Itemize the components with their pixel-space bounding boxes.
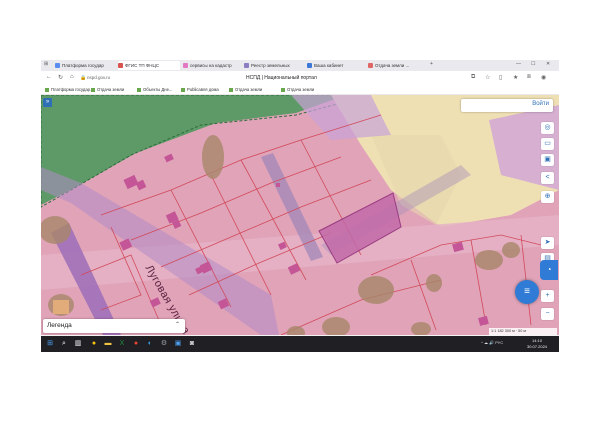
new-tab-icon[interactable]: + bbox=[430, 61, 433, 67]
login-button[interactable]: Войти bbox=[461, 99, 553, 112]
back-icon[interactable]: ← bbox=[46, 74, 52, 80]
cadastral-map[interactable]: Луговая улица » Войти ◎ ▭ ▣ < ⊕ ➤ ▤ + − … bbox=[41, 95, 559, 335]
bookmark-item[interactable]: Отдача земли bbox=[281, 86, 314, 93]
url-field[interactable]: nspd.gov.ru bbox=[87, 75, 110, 80]
search-icon[interactable]: ⌕ bbox=[59, 339, 69, 349]
desktop-screen: ⊞ Платформа государ ФГИС ТП ФНЦС сервисы… bbox=[41, 60, 559, 352]
camera-icon[interactable]: ◙ bbox=[187, 339, 197, 349]
split-screen-icon[interactable]: ▯ bbox=[499, 74, 502, 81]
bookmark-icon bbox=[229, 88, 233, 92]
share-icon[interactable]: < bbox=[541, 172, 554, 184]
chevron-up-down-icon: ⌃ bbox=[174, 322, 180, 328]
settings-icon[interactable]: ⚙ bbox=[159, 339, 169, 349]
bookmark-icon bbox=[181, 88, 185, 92]
locate-icon[interactable]: ➤ bbox=[541, 237, 554, 249]
chat-icon: ◔ bbox=[546, 265, 552, 274]
tab-favicon-icon bbox=[183, 63, 188, 68]
page-title: НСПД | Национальный портал bbox=[246, 75, 317, 81]
windows-taskbar: ⊞ ⌕ ▥ ● ▬ X ● ◐ ⚙ ▣ ◙ ^ ☁ 🔊 РУС 14:10 30… bbox=[41, 336, 559, 352]
double-chevron-right-icon[interactable]: » bbox=[43, 98, 52, 107]
map-icon[interactable]: ▭ bbox=[541, 138, 554, 150]
tab-favicon-icon bbox=[368, 63, 373, 68]
photos-icon[interactable]: ▣ bbox=[173, 339, 183, 349]
star-icon[interactable]: ☆ bbox=[485, 74, 490, 81]
tab-2[interactable]: ФГИС ТП ФНЦС bbox=[118, 61, 180, 70]
bookmark-icon bbox=[91, 88, 95, 92]
task-view-icon[interactable]: ▥ bbox=[73, 339, 83, 349]
tab-favicon-icon bbox=[118, 63, 123, 68]
close-button[interactable]: ✕ bbox=[546, 61, 550, 67]
clock[interactable]: 14:10 30.07.2024 bbox=[527, 338, 547, 350]
bookmark-item[interactable]: Объекты Дне... bbox=[137, 86, 172, 93]
map-canvas[interactable] bbox=[41, 95, 559, 335]
tab-3[interactable]: сервисы на кадастр bbox=[183, 61, 241, 70]
chat-button[interactable]: ≡ bbox=[515, 280, 539, 304]
scale-bar: 1:1 182 300 м · 50 м bbox=[489, 328, 557, 335]
legend-dropdown[interactable]: Легенда ⌃ bbox=[43, 319, 185, 333]
maximize-button[interactable]: ☐ bbox=[531, 61, 535, 67]
windows-icon[interactable]: ⊞ bbox=[45, 339, 55, 349]
layers-icon[interactable]: ◎ bbox=[541, 122, 554, 134]
legend-label: Легенда bbox=[47, 322, 72, 329]
chrome-icon[interactable]: ● bbox=[89, 339, 99, 349]
bookmark-item[interactable]: Отдача земли bbox=[229, 86, 262, 93]
favorites-icon[interactable]: ★ bbox=[513, 74, 518, 81]
tab-1[interactable]: Платформа государ bbox=[55, 61, 115, 70]
profile-icon[interactable]: ◉ bbox=[541, 74, 546, 81]
collections-icon[interactable]: ⧈ bbox=[527, 74, 531, 81]
bookmark-item[interactable]: Платформа государ... bbox=[45, 86, 94, 93]
globe-icon[interactable]: ⊕ bbox=[541, 191, 554, 203]
excel-icon[interactable]: X bbox=[117, 339, 127, 349]
tab-favicon-icon bbox=[55, 63, 60, 68]
bookmarks-bar: Платформа государ... Отдача земли Объект… bbox=[41, 85, 559, 95]
edge-icon[interactable]: ◐ bbox=[145, 339, 155, 349]
tab-4[interactable]: Реестр земельных bbox=[244, 61, 304, 70]
tab-favicon-icon bbox=[244, 63, 249, 68]
bookmark-icon bbox=[137, 88, 141, 92]
zoom-in-icon[interactable]: + bbox=[541, 290, 554, 302]
address-bar-row: ← ↻ ⌂ 🔒 nspd.gov.ru НСПД | Национальный … bbox=[41, 71, 559, 86]
bookmark-icon bbox=[45, 88, 49, 92]
tab-6[interactable]: Отдача земли ... bbox=[368, 61, 426, 70]
minimize-button[interactable]: — bbox=[516, 61, 521, 67]
bookmark-item[interactable]: Publicавля дома bbox=[181, 86, 219, 93]
side-panel-button[interactable]: ◔ bbox=[540, 260, 558, 280]
lock-icon: 🔒 bbox=[80, 75, 87, 81]
login-label: Войти bbox=[532, 101, 549, 107]
zoom-out-icon[interactable]: − bbox=[541, 308, 554, 320]
explorer-icon[interactable]: ▬ bbox=[103, 339, 113, 349]
refresh-icon[interactable]: ↻ bbox=[58, 74, 63, 81]
image-icon[interactable]: ▣ bbox=[541, 154, 554, 166]
message-icon: ≡ bbox=[524, 286, 530, 297]
tab-favicon-icon bbox=[307, 63, 312, 68]
bookmark-item[interactable]: Отдача земли bbox=[91, 86, 124, 93]
bookmark-icon bbox=[281, 88, 285, 92]
extensions-icon[interactable]: ⧉ bbox=[471, 74, 475, 81]
system-tray[interactable]: ^ ☁ 🔊 РУС bbox=[481, 340, 503, 345]
home-icon[interactable]: ⌂ bbox=[70, 74, 74, 80]
tab-actions-icon[interactable]: ⊞ bbox=[44, 61, 48, 67]
browser-tab-bar: ⊞ Платформа государ ФГИС ТП ФНЦС сервисы… bbox=[41, 60, 559, 71]
clock-date: 30.07.2024 bbox=[527, 344, 548, 349]
chrome-icon[interactable]: ● bbox=[131, 339, 141, 349]
yard-area bbox=[53, 300, 69, 314]
tab-5[interactable]: Ваша кабинет bbox=[307, 61, 365, 70]
